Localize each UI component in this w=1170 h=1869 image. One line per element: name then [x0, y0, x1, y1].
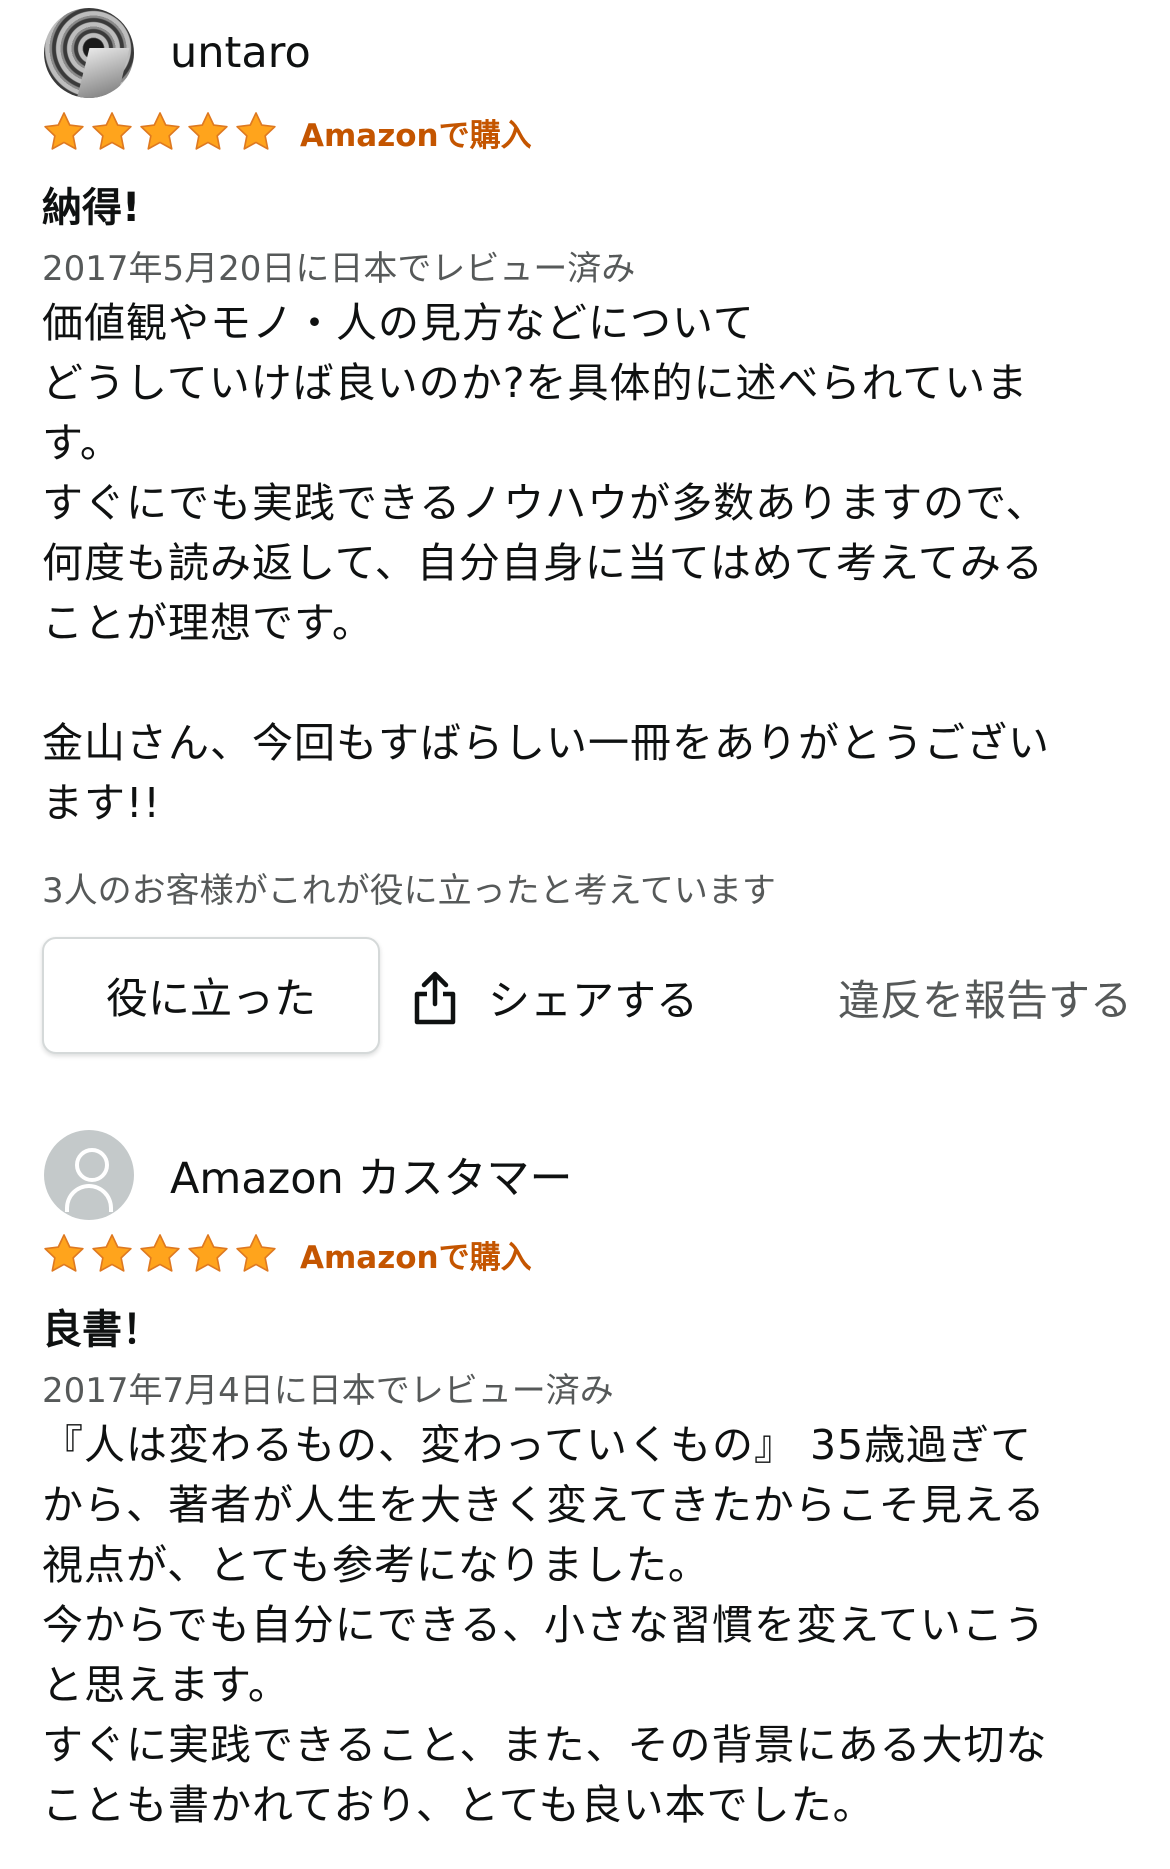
review-body-line: 『人は変わるもの、変わっていくもの』 35歳過ぎて: [42, 1421, 1033, 1469]
review-body-line: 何度も読み返して、自分自身に当てはめて考えてみる: [42, 539, 1044, 587]
star-icon: [234, 110, 282, 154]
avatar-head: [75, 1148, 109, 1182]
review-actions: 役に立った シェアする 違反を報告する: [42, 937, 1132, 1058]
avatar-shoulders: [65, 1184, 113, 1212]
review-title[interactable]: 納得!: [42, 175, 140, 233]
review-body-line: すぐに実践できること、また、その背景にある大切な: [42, 1721, 1048, 1769]
review-body-line: [42, 653, 1128, 713]
review-body-line: 金山さん、今回もすばらしい一冊をありがとうござい: [42, 719, 1050, 767]
reviewer-profile[interactable]: Amazon カスタマー: [44, 1130, 572, 1220]
review-body: 『人は変わるもの、変わっていくもの』 35歳過ぎて から、著者が人生を大きく変え…: [42, 1415, 1128, 1835]
star-icon: [186, 1232, 234, 1276]
review-body-line: と思えます。: [42, 1661, 290, 1709]
reviewer-name[interactable]: Amazon カスタマー: [170, 1144, 572, 1206]
reviewer-name[interactable]: untaro: [170, 28, 311, 78]
review-body-line: ます!!: [42, 779, 161, 827]
star-icon: [186, 110, 234, 154]
star-icon: [138, 1232, 186, 1276]
star-icon: [42, 1232, 90, 1276]
star-icon: [90, 1232, 138, 1276]
share-button[interactable]: シェアする: [412, 937, 698, 1058]
share-label: シェアする: [488, 976, 699, 1025]
review-body-line: どうしていけば良いのか?を具体的に述べられていま: [42, 359, 1029, 407]
review-date: 2017年5月20日に日本でレビュー済み: [42, 249, 636, 289]
share-icon: [412, 970, 458, 1026]
verified-purchase-badge: Amazonで購入: [300, 1239, 532, 1276]
review-body-line: す。: [42, 419, 122, 467]
review-body-line: ことも書かれており、とても良い本でした。: [42, 1781, 875, 1829]
review-title[interactable]: 良書！: [42, 1297, 162, 1355]
verified-purchase-badge: Amazonで購入: [300, 117, 532, 154]
helpful-button[interactable]: 役に立った: [42, 937, 380, 1054]
review-body-line: 視点が、とても参考になりました。: [42, 1541, 710, 1589]
reviewer-profile[interactable]: untaro: [44, 8, 311, 98]
helpful-vote-count: 3人のお客様がこれが役に立ったと考えています: [42, 871, 776, 911]
star-rating: [42, 1232, 282, 1276]
star-icon: [42, 110, 90, 154]
default-user-avatar-icon[interactable]: [44, 1130, 134, 1220]
review-body-line: すぐにでも実践できるノウハウが多数ありますので、: [42, 479, 1048, 527]
report-abuse-link[interactable]: 違反を報告する: [838, 937, 1132, 1058]
review-body-line: から、著者が人生を大きく変えてきたからこそ見える: [42, 1481, 1046, 1529]
star-icon: [90, 110, 138, 154]
star-icon: [138, 110, 186, 154]
rating-row: Amazonで購入: [42, 107, 532, 157]
rating-row: Amazonで購入: [42, 1229, 532, 1279]
review-body-line: 今からでも自分にできる、小さな習慣を変えていこう: [42, 1601, 1046, 1649]
review-body: 価値観やモノ・人の見方などについて どうしていけば良いのか?を具体的に述べられて…: [42, 293, 1128, 833]
review-body-line: ことが理想です。: [42, 599, 374, 647]
review-date: 2017年7月4日に日本でレビュー済み: [42, 1371, 614, 1411]
review-body-line: 価値観やモノ・人の見方などについて: [42, 299, 755, 347]
avatar[interactable]: [44, 8, 134, 98]
star-icon: [234, 1232, 282, 1276]
star-rating: [42, 110, 282, 154]
